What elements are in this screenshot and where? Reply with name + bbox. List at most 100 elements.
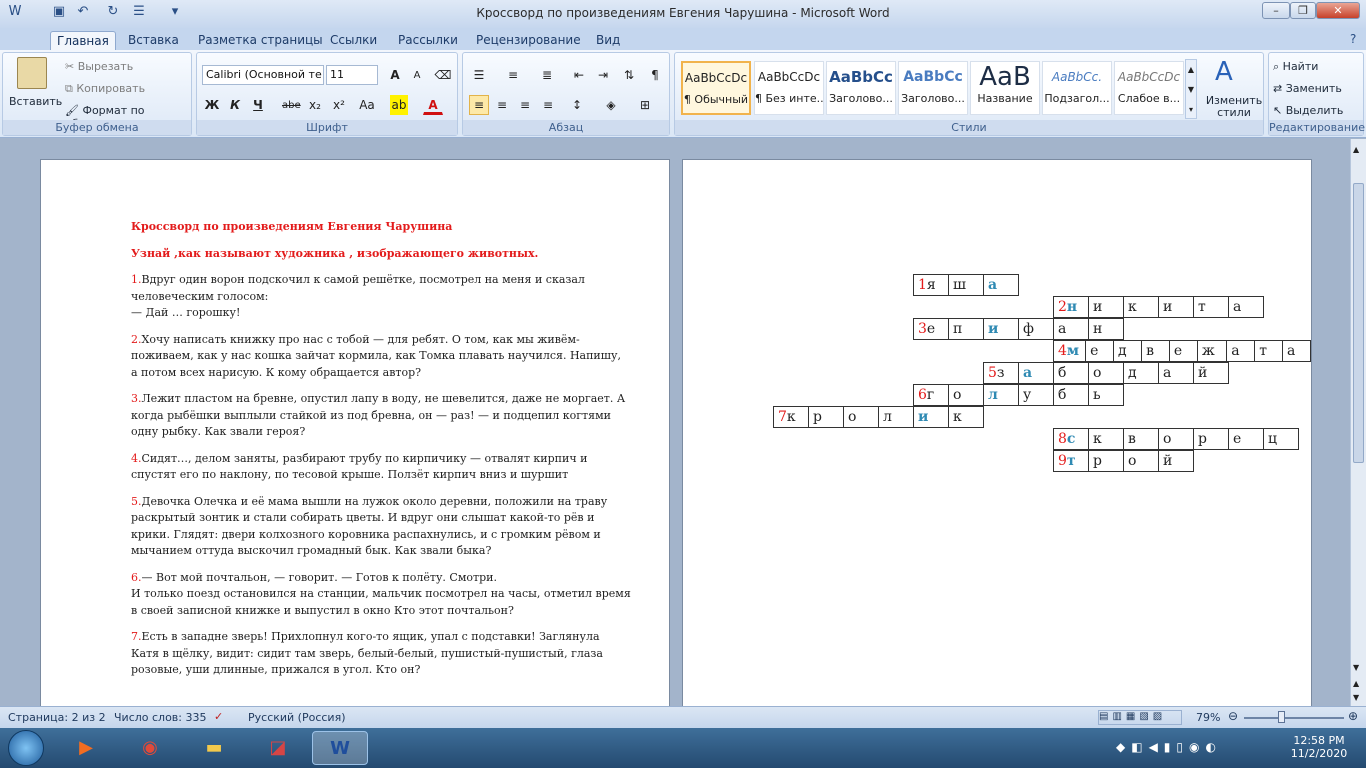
- tab-insert[interactable]: Вставка: [122, 31, 185, 50]
- style-heading1[interactable]: AaBbCc Заголово...: [826, 61, 896, 115]
- copy-button[interactable]: ⧉ Копировать: [65, 82, 145, 96]
- scroll-up-icon[interactable]: ▲: [1353, 145, 1359, 154]
- clock[interactable]: 12:58 PM 11/2/2020: [1290, 734, 1348, 760]
- bold-button[interactable]: Ж: [202, 95, 222, 115]
- crossword-number: 5: [988, 365, 997, 381]
- tab-page-layout[interactable]: Разметка страницы: [192, 31, 329, 50]
- borders-icon[interactable]: ⊞: [635, 95, 655, 115]
- scroll-thumb[interactable]: [1353, 183, 1364, 463]
- font-size-select[interactable]: 11: [326, 65, 378, 85]
- zoom-in-icon[interactable]: ⊕: [1348, 709, 1358, 723]
- prev-page-icon[interactable]: ▲: [1353, 679, 1359, 688]
- increase-indent-icon[interactable]: ⇥: [593, 65, 613, 85]
- tab-mailings[interactable]: Рассылки: [392, 31, 464, 50]
- change-case-button[interactable]: Aa: [353, 95, 381, 115]
- word-app-icon[interactable]: W: [6, 4, 24, 22]
- word-count[interactable]: Число слов: 335: [114, 711, 207, 724]
- italic-button[interactable]: К: [225, 95, 245, 115]
- folder-icon[interactable]: ▬: [186, 731, 242, 765]
- scroll-down-icon[interactable]: ▼: [1353, 663, 1359, 672]
- style-normal[interactable]: AaBbCcDc ¶ Обычный: [681, 61, 751, 115]
- page-2[interactable]: 1я ш а 2н и к и т а 3е п и ф а н 4м е д в е ж а т а 5з а б о д а й 6г о л…: [682, 159, 1312, 719]
- font-color-icon[interactable]: A: [423, 95, 443, 115]
- subscript-button[interactable]: x₂: [305, 95, 325, 115]
- select-button[interactable]: ↖ Выделить: [1273, 104, 1343, 117]
- crossword-cell: п: [948, 318, 984, 340]
- styles-scroll[interactable]: ▲ ▼ ▾: [1185, 59, 1197, 119]
- align-center-icon[interactable]: ≡: [492, 95, 512, 115]
- crossword-cell: 2н: [1053, 296, 1089, 318]
- save-icon[interactable]: ▣: [50, 4, 68, 22]
- tab-review[interactable]: Рецензирование: [470, 31, 587, 50]
- sort-icon[interactable]: ⇅: [619, 65, 639, 85]
- bullets-list-icon[interactable]: ☰: [469, 65, 489, 85]
- close-button[interactable]: ✕: [1316, 2, 1360, 19]
- style-subtitle[interactable]: AaBbCc. Подзагол...: [1042, 61, 1112, 115]
- style-no-spacing[interactable]: AaBbCcDc ¶ Без инте...: [754, 61, 824, 115]
- numbering-icon[interactable]: ≡: [503, 65, 523, 85]
- question-3: 3.Лежит пластом на бревне, опустил лапу …: [131, 391, 631, 441]
- style-title[interactable]: AaB Название: [970, 61, 1040, 115]
- tab-view[interactable]: Вид: [590, 31, 626, 50]
- redo-icon[interactable]: ↻: [104, 4, 122, 22]
- zoom-level[interactable]: 79%: [1196, 711, 1220, 724]
- style-subtle-emphasis[interactable]: AaBbCcDc Слабое в...: [1114, 61, 1184, 115]
- highlight-icon[interactable]: ab: [390, 95, 408, 115]
- paste-icon[interactable]: [17, 57, 47, 89]
- next-page-icon[interactable]: ▼: [1353, 693, 1359, 702]
- undo-icon[interactable]: ↶: [74, 4, 92, 22]
- question-number: 6.: [131, 570, 142, 584]
- crossword-letter: з: [996, 365, 1005, 381]
- spelling-icon[interactable]: ✓: [214, 710, 223, 723]
- font-name-select[interactable]: Calibri (Основной те: [202, 65, 324, 85]
- vertical-scrollbar[interactable]: ▲ ▼ ▲ ▼: [1350, 139, 1366, 706]
- office-button[interactable]: [0, 28, 46, 50]
- cut-button[interactable]: ✂ Вырезать: [65, 60, 133, 73]
- grow-font-button[interactable]: A: [385, 65, 405, 85]
- bullets-icon[interactable]: ☰: [130, 4, 148, 22]
- tab-references[interactable]: Ссылки: [324, 31, 383, 50]
- chrome-icon[interactable]: ◉: [122, 731, 178, 765]
- language[interactable]: Русский (Россия): [248, 711, 346, 724]
- page-1[interactable]: Кроссворд по произведениям Евгения Чаруш…: [40, 159, 670, 719]
- show-marks-button[interactable]: ¶: [645, 65, 665, 85]
- paste-button[interactable]: Вставить: [9, 95, 62, 108]
- word-taskbar-icon[interactable]: W: [312, 731, 368, 765]
- view-buttons[interactable]: ▤▥▦▧▨: [1098, 710, 1182, 725]
- strikethrough-button[interactable]: abe: [281, 95, 301, 115]
- page-count[interactable]: Страница: 2 из 2: [8, 711, 106, 724]
- zoom-slider[interactable]: [1244, 717, 1344, 719]
- change-styles-button[interactable]: Изменить стили: [1205, 95, 1263, 119]
- line-spacing-icon[interactable]: ↕: [567, 95, 587, 115]
- question-number: 5.: [131, 494, 142, 508]
- zoom-thumb[interactable]: [1278, 711, 1285, 723]
- help-icon[interactable]: ?: [1350, 32, 1356, 46]
- tray-icons[interactable]: ◆◧◀▮▯◉◐: [1116, 740, 1222, 754]
- minimize-button[interactable]: –: [1262, 2, 1290, 19]
- clear-format-icon[interactable]: ⌫: [433, 65, 453, 85]
- tab-home[interactable]: Главная: [50, 31, 116, 50]
- align-right-icon[interactable]: ≡: [515, 95, 535, 115]
- crossword-row-2: 2н и к и т а: [1053, 296, 1264, 318]
- crossword-letter: г: [926, 387, 935, 403]
- zoom-out-icon[interactable]: ⊖: [1228, 709, 1238, 723]
- start-button[interactable]: [8, 730, 44, 766]
- underline-button[interactable]: Ч: [248, 95, 268, 115]
- document-area[interactable]: Кроссворд по произведениям Евгения Чаруш…: [0, 139, 1350, 719]
- shading-icon[interactable]: ◈: [601, 95, 621, 115]
- decrease-indent-icon[interactable]: ⇤: [569, 65, 589, 85]
- media-player-icon[interactable]: ▶: [58, 731, 114, 765]
- crossword-letter: с: [1066, 431, 1076, 447]
- align-left-icon[interactable]: ≡: [469, 95, 489, 115]
- style-heading2[interactable]: AaBbCc Заголово...: [898, 61, 968, 115]
- change-styles-icon[interactable]: A: [1215, 57, 1233, 87]
- justify-icon[interactable]: ≡: [538, 95, 558, 115]
- shrink-font-button[interactable]: A: [407, 65, 427, 85]
- maximize-button[interactable]: ❐: [1290, 2, 1316, 19]
- replace-button[interactable]: ⇄ Заменить: [1273, 82, 1342, 95]
- powerpoint-icon[interactable]: ◪: [250, 731, 306, 765]
- superscript-button[interactable]: x²: [329, 95, 349, 115]
- customize-qat-icon[interactable]: ▾: [166, 4, 184, 22]
- multilevel-list-icon[interactable]: ≣: [537, 65, 557, 85]
- find-button[interactable]: ⌕ Найти: [1273, 60, 1318, 74]
